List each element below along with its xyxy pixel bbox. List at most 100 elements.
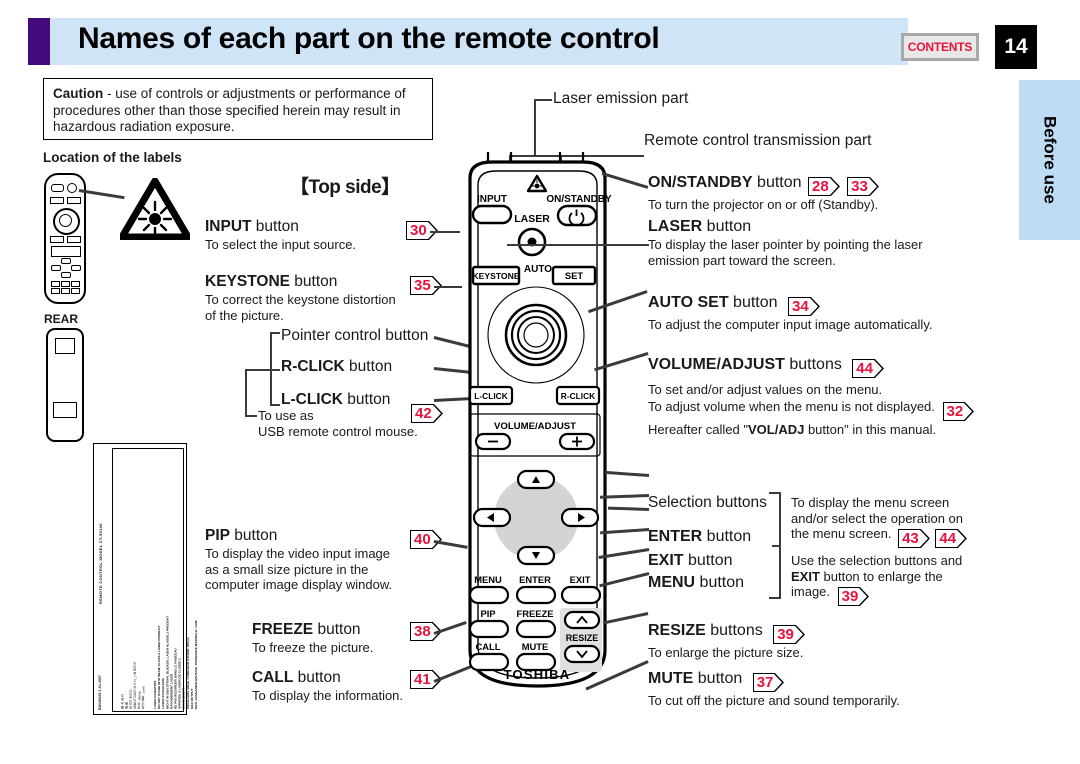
item-input: INPUT button To select the input source.: [205, 218, 356, 253]
warning-label-english: LASER RADIATION DO NOT STARE INTO BEAM, …: [153, 615, 198, 709]
item-input-suffix: button: [251, 218, 299, 235]
bracket-usb-t: [245, 369, 271, 371]
label-enter-name: ENTER: [648, 528, 703, 545]
caution-bold-word: Caution: [53, 86, 104, 101]
item-pip: PIP button To display the video input im…: [205, 527, 392, 593]
remote-pointer-control[interactable]: [523, 322, 549, 348]
remote-button-input[interactable]: [471, 204, 513, 225]
bracket-selection-m: [772, 545, 780, 547]
badge-label: 40: [410, 530, 433, 549]
item-volume-suffix: buttons: [784, 356, 842, 373]
badge-label: 42: [411, 404, 434, 423]
item-freeze-desc: To freeze the picture.: [252, 640, 374, 655]
badge-usb-42[interactable]: 42: [411, 404, 443, 423]
badge-resize-39[interactable]: 39: [773, 625, 805, 644]
item-volume-line1: To set and/or adjust values on the menu.: [648, 382, 883, 397]
badge-selection-43[interactable]: 43: [898, 529, 930, 548]
remote-button-pip[interactable]: [468, 619, 510, 639]
remote-button-enter[interactable]: [515, 585, 557, 605]
remote-button-exit[interactable]: [560, 585, 602, 605]
item-mute: MUTE button 37 To cut off the picture an…: [648, 670, 900, 709]
badge-pip-40[interactable]: 40: [410, 530, 442, 549]
badge-label: 44: [935, 529, 959, 548]
warning-label-block: REMOTE CONTROL MODEL CT-90106 BD046625-1…: [93, 443, 198, 715]
item-mute-desc: To cut off the picture and sound tempora…: [648, 693, 900, 708]
item-volume-line3-pre: Hereafter called ": [648, 421, 748, 437]
item-keystone-name: KEYSTONE: [205, 273, 290, 290]
remote-label-input: INPUT: [477, 194, 507, 205]
bracket-pointer-t: [270, 332, 280, 334]
badge-mute-37[interactable]: 37: [752, 673, 785, 692]
manual-page: Names of each part on the remote control…: [0, 0, 1080, 764]
badge-volume-32[interactable]: 32: [942, 401, 975, 421]
badge-selection-39[interactable]: 39: [837, 587, 870, 606]
badge-volume-44[interactable]: 44: [852, 359, 884, 378]
contents-button-label: CONTENTS: [907, 40, 973, 54]
topside-heading: 【Top side】: [290, 177, 400, 198]
bracket-usb-v: [245, 369, 247, 416]
remote-label-menu: MENU: [474, 574, 502, 585]
label-exit: EXIT button: [648, 552, 733, 570]
usb-note-line2: USB remote control mouse.: [258, 423, 418, 439]
badge-keystone-35[interactable]: 35: [410, 276, 442, 295]
remote-label-mute: MUTE: [522, 641, 549, 652]
badge-selection-44[interactable]: 44: [935, 529, 968, 548]
selection-desc2-l1: Use the selection buttons and: [791, 553, 963, 568]
title-accent-bar: [28, 18, 50, 65]
item-resize-suffix: buttons: [705, 622, 763, 639]
remote-label-on-standby: ON/STANDBY: [546, 194, 612, 205]
remote-button-resize-down[interactable]: [563, 644, 601, 664]
remote-button-menu[interactable]: [468, 585, 510, 605]
item-laser: LASER button To display the laser pointe…: [648, 218, 923, 268]
remote-label-enter: ENTER: [519, 574, 551, 585]
badge-call-41[interactable]: 41: [410, 670, 442, 689]
item-call-name: CALL: [252, 669, 294, 686]
badge-input-30[interactable]: 30: [406, 221, 438, 240]
bracket-pointer-m: [270, 369, 280, 371]
item-input-desc: To select the input source.: [205, 237, 357, 252]
label-enter-suffix: button: [702, 528, 752, 545]
label-r-click-name: R-CLICK: [281, 358, 345, 375]
remote-label-keystone: KEYSTONE: [472, 271, 519, 281]
badge-on-standby-28[interactable]: 28: [807, 177, 840, 196]
item-laser-desc: To display the laser pointer by pointing…: [648, 237, 923, 268]
badge-on-standby-33[interactable]: 33: [847, 177, 879, 196]
badge-freeze-38[interactable]: 38: [410, 622, 442, 641]
remote-brand-toshiba: TOSHIBA: [504, 667, 571, 682]
badge-label: 33: [847, 177, 870, 196]
remote-label-pip: PIP: [480, 608, 495, 619]
selection-desc1-l2: and/or select the operation on: [791, 510, 964, 526]
item-on-standby-name: ON/STANDBY: [648, 174, 753, 191]
item-auto-set-desc: To adjust the computer input image autom…: [648, 317, 933, 332]
remote-button-resize-up[interactable]: [563, 610, 601, 630]
badge-label: 35: [410, 276, 433, 295]
item-mute-name: MUTE: [648, 670, 694, 687]
label-r-click-suffix: button: [344, 358, 393, 375]
bracket-selection-t: [769, 492, 780, 494]
remote-button-freeze[interactable]: [515, 619, 557, 639]
badge-label: 30: [406, 221, 429, 240]
item-resize: RESIZE buttons 39 To enlarge the picture…: [648, 622, 805, 661]
item-call-desc: To display the information.: [252, 688, 404, 703]
contents-button[interactable]: CONTENTS: [901, 33, 979, 61]
caution-text: - use of controls or adjustments or perf…: [53, 86, 406, 134]
label-enter: ENTER button: [648, 528, 751, 546]
item-keystone-desc: To correct the keystone distortion of th…: [205, 292, 396, 323]
badge-label: 38: [410, 622, 433, 641]
remote-button-call[interactable]: [468, 652, 510, 672]
item-volume-line3: Hereafter called "VOL/ADJ button" in thi…: [648, 422, 967, 438]
selection-desc1-l3-row: the menu screen. 43 44: [791, 526, 968, 548]
badge-label: 41: [410, 670, 433, 689]
usb-note-line1: To use as: [258, 408, 314, 423]
bracket-pointer-b: [270, 404, 280, 406]
badge-auto-set-34[interactable]: 34: [788, 297, 820, 316]
badge-label: 28: [807, 177, 831, 196]
rear-label: REAR: [44, 312, 79, 326]
label-exit-name: EXIT: [648, 552, 684, 569]
callout-transmission: Remote control transmission part: [644, 132, 872, 149]
item-keystone-suffix: button: [290, 273, 338, 290]
item-on-standby-desc: To turn the projector on or off (Standby…: [648, 197, 879, 212]
selection-desc1-l1: To display the menu screen: [791, 495, 950, 510]
warning-label-meta: REMOTE CONTROL MODEL CT-90106: [98, 523, 103, 604]
caution-box: Caution - use of controls or adjustments…: [43, 78, 433, 140]
